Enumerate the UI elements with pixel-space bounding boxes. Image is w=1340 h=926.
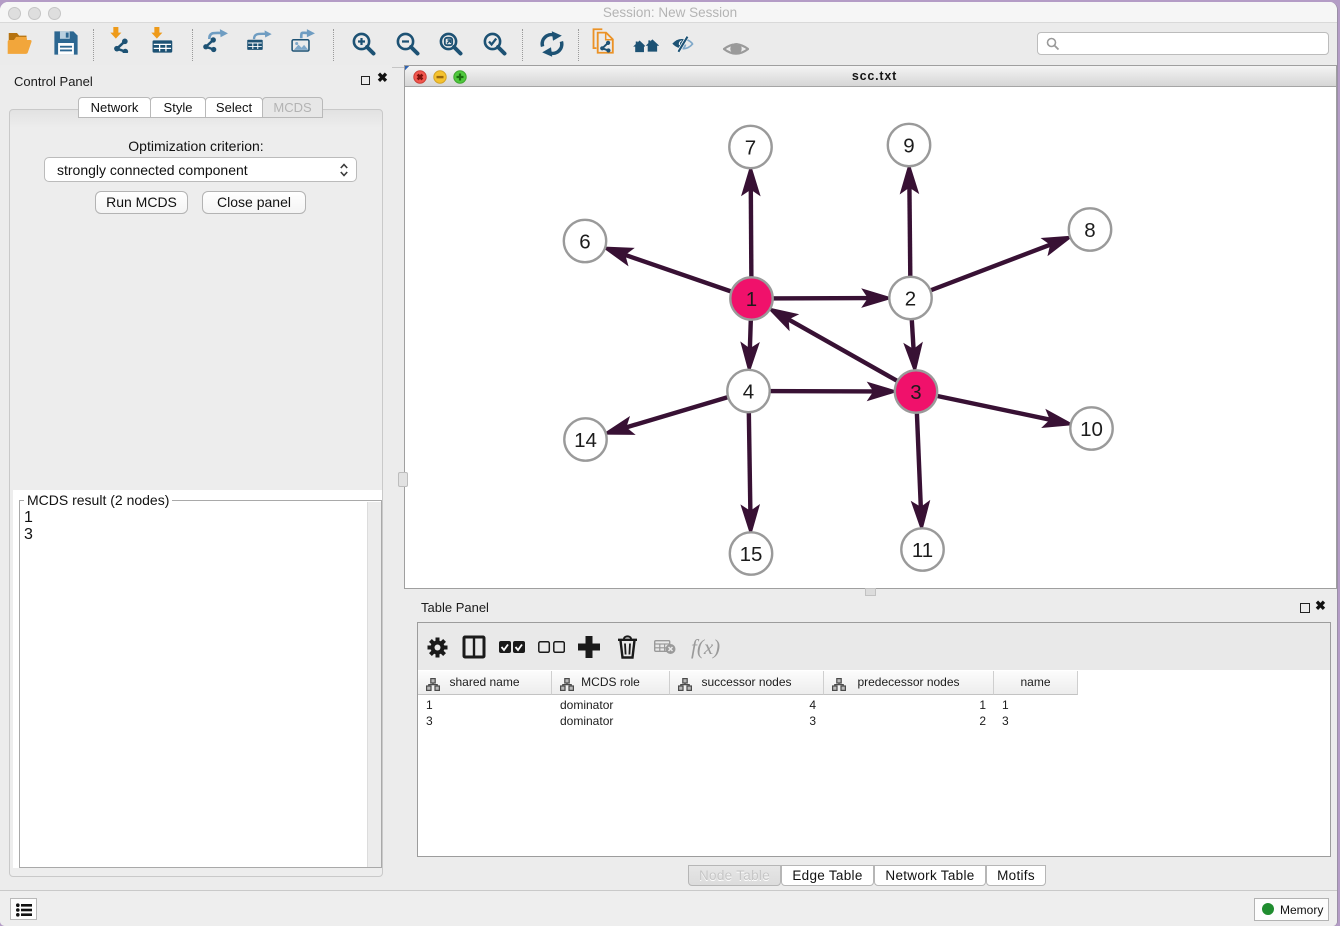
svg-text:4: 4 [743, 380, 754, 403]
svg-text:9: 9 [903, 134, 914, 157]
svg-text:2: 2 [905, 287, 916, 310]
svg-text:6: 6 [579, 230, 590, 253]
svg-text:15: 15 [740, 543, 763, 566]
svg-text:8: 8 [1084, 219, 1095, 242]
svg-text:10: 10 [1080, 418, 1103, 441]
svg-text:11: 11 [912, 539, 933, 562]
svg-text:1: 1 [746, 288, 757, 311]
svg-text:14: 14 [574, 429, 597, 452]
svg-text:3: 3 [910, 381, 921, 404]
svg-text:7: 7 [745, 136, 756, 159]
